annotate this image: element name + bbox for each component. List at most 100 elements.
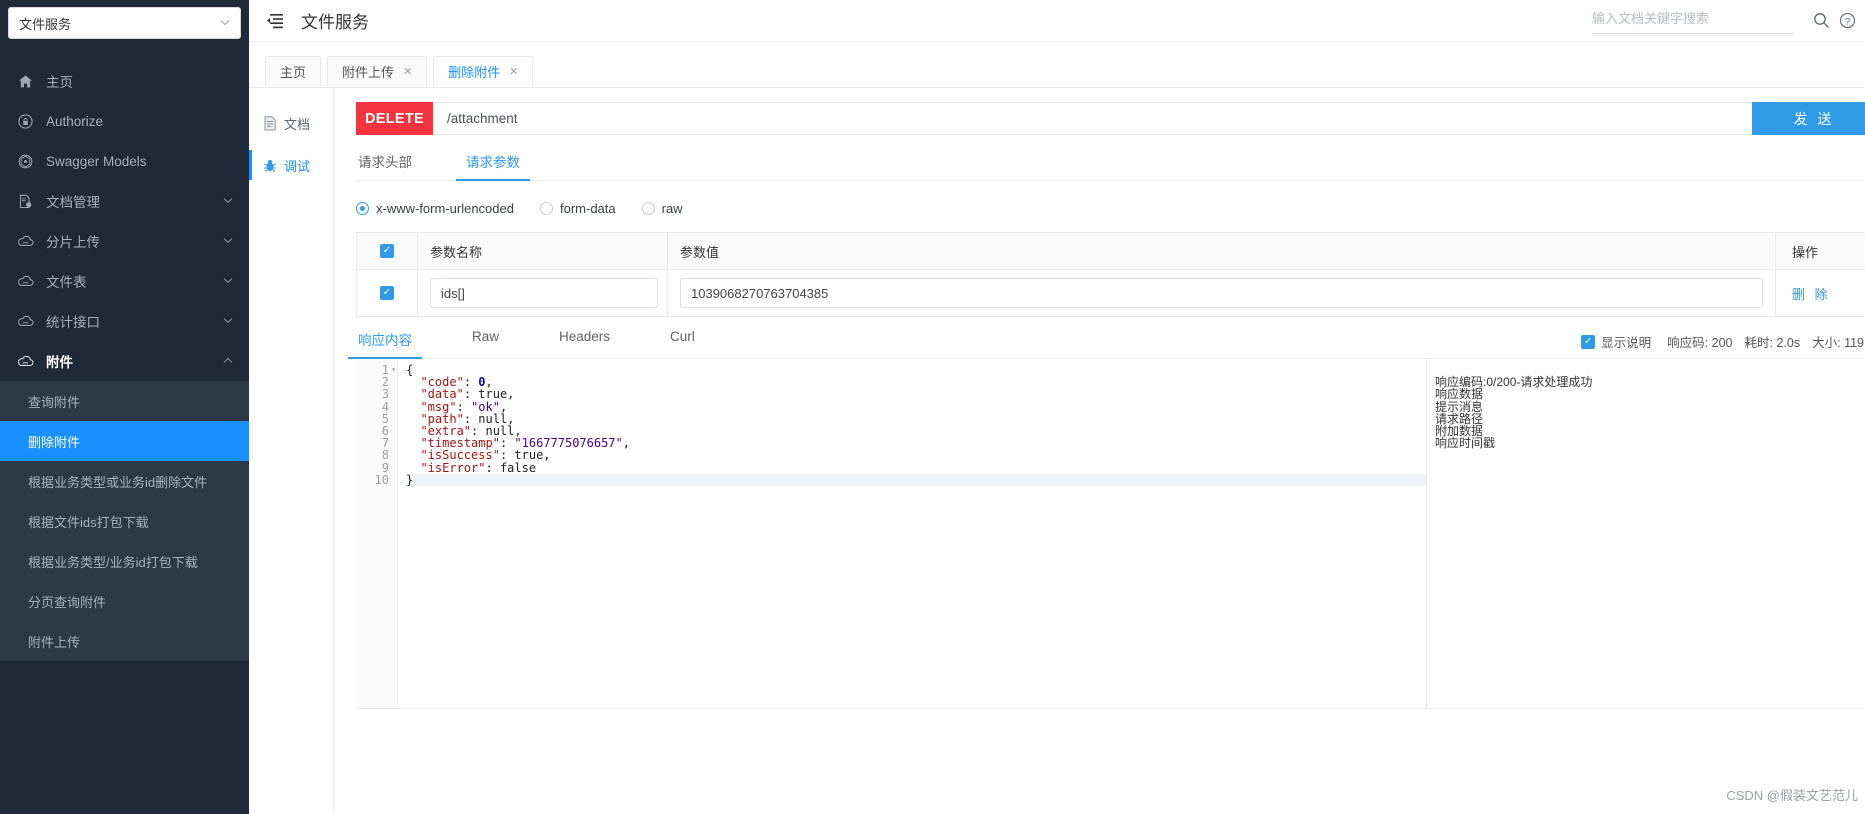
sidebar-subitem-3[interactable]: 根据业务类型或业务id删除文件 [0, 461, 249, 501]
sidebar-item-8[interactable]: 附件 [0, 341, 249, 381]
side-tab-2[interactable]: 调试 [249, 144, 333, 186]
sidebar-item-label: Swagger Models [46, 153, 147, 169]
delete-row-link[interactable]: 删 除 [1792, 284, 1831, 303]
body-type-radio-3[interactable]: raw [641, 201, 683, 216]
radio-label: form-data [559, 201, 616, 216]
cloud-icon [14, 274, 36, 288]
col-param-name: 参数名称 [418, 233, 668, 269]
response-tab-list: 响应内容 Raw Headers Curl [348, 329, 753, 359]
sidebar-subitem-7[interactable]: 附件上传 [0, 621, 249, 661]
header-actions: ? [1592, 8, 1865, 34]
response-tab-1[interactable]: 响应内容 [348, 329, 422, 359]
sidebar-subitem-5[interactable]: 根据业务类型/业务id打包下载 [0, 541, 249, 581]
col-operation: 操作 [1792, 244, 1819, 260]
tab-1[interactable]: 主页 [265, 56, 322, 87]
response-tab-3[interactable]: Headers [557, 329, 612, 358]
sidebar-item-1[interactable]: 主页 [0, 61, 249, 101]
sidebar-item-3[interactable]: Swagger Models [0, 141, 249, 181]
response-tabs: 响应内容 Raw Headers Curl ✓ 显示说明 响应码: 200 耗时: 2… [348, 329, 1865, 359]
annotation-line [1435, 474, 1865, 486]
content-area: 文件服务 ? 主页 附件上传 ✕ 删除附件 ✕ 文档调试 DELETE /attachm… [249, 0, 1865, 814]
line-number: 8 [381, 448, 389, 463]
chevron-down-icon [220, 18, 230, 29]
sidebar-item-label: 统计接口 [46, 315, 100, 330]
status-code-stat: 响应码: 200 [1667, 336, 1733, 350]
sidebar-item-4[interactable]: 文档管理 [0, 181, 249, 221]
line-number: 9 [381, 460, 389, 475]
http-method-badge: DELETE [356, 102, 433, 135]
select-all-checkbox[interactable]: ✓ [380, 244, 394, 258]
search-icon[interactable] [1808, 8, 1834, 34]
send-button[interactable]: 发 送 [1752, 102, 1865, 135]
sidebar-item-7[interactable]: 统计接口 [0, 301, 249, 341]
tab-2[interactable]: 附件上传 ✕ [327, 56, 428, 87]
tab-bar: 主页 附件上传 ✕ 删除附件 ✕ [249, 42, 1865, 88]
close-icon[interactable]: ✕ [509, 65, 518, 78]
sidebar-subitem-2[interactable]: 删除附件 [0, 421, 249, 461]
radio-label: raw [661, 201, 683, 216]
param-value-cell: 1039068270763704385 [668, 270, 1776, 316]
line-number: 3 [381, 387, 389, 402]
close-icon[interactable]: ✕ [403, 65, 412, 78]
sidebar-subitem-4[interactable]: 根据文件ids打包下载 [0, 501, 249, 541]
url-input[interactable]: /attachment [433, 102, 1752, 135]
sidebar-nav: 主页 Authorize Swagger Models 文档管理 分片上传文件表统计接口… [0, 61, 249, 661]
main-panel: DELETE /attachment 发 送 请求头部 请求参数 x-www-fo… [334, 88, 1865, 814]
chevron-down-icon [223, 236, 233, 247]
chevron-up-icon [223, 356, 233, 367]
lock-icon [14, 113, 36, 129]
radio-label: x-www-form-urlencoded [376, 201, 514, 216]
row-select-cell: ✓ [357, 270, 418, 316]
line-number: 1 [356, 364, 396, 377]
table-header-row: ✓ 参数名称 参数值 操作 [357, 233, 1865, 270]
code-line: } [406, 474, 1426, 486]
menu-fold-icon[interactable] [265, 11, 285, 31]
param-op-cell: 删 除 [1776, 270, 1865, 316]
param-table: ✓ 参数名称 参数值 操作 ✓ ids[] 103906827076370438… [356, 232, 1865, 317]
sidebar-submenu: 查询附件 删除附件 根据业务类型或业务id删除文件 根据文件ids打包下载 根据业务类型… [0, 381, 249, 661]
body-type-radio-2[interactable]: form-data [539, 201, 616, 216]
request-tab-2[interactable]: 请求参数 [456, 151, 530, 181]
watermark: CSDN @假装文艺范儿 [1726, 788, 1858, 803]
annotation-line: 请求路径 [1435, 411, 1484, 426]
document-icon [263, 115, 277, 131]
sidebar-subitem-1[interactable]: 查询附件 [0, 381, 249, 421]
radio-dot-icon [539, 202, 553, 215]
select-all-cell: ✓ [357, 233, 418, 269]
sidebar-item-5[interactable]: 分片上传 [0, 221, 249, 261]
annotation-line [1435, 449, 1865, 461]
param-value-input[interactable]: 1039068270763704385 [680, 278, 1763, 308]
tab-label: 删除附件 [448, 65, 501, 80]
annotation-line: 附加数据 [1435, 423, 1484, 438]
search-input[interactable] [1592, 10, 1794, 26]
field-annotations: 响应编码:0/200-请求处理成功 响应数据 提示消息 请求路径 附加数据 响应时间戳 [1426, 359, 1865, 708]
line-number-gutter: 12345678910 [356, 359, 398, 708]
response-tab-2[interactable]: Raw [470, 329, 501, 358]
sidebar-subitem-6[interactable]: 分页查询附件 [0, 581, 249, 621]
question-circle-icon[interactable]: ? [1834, 8, 1860, 34]
side-tab-label: 调试 [284, 158, 311, 174]
code-line: "isSuccess": true, [420, 448, 551, 463]
project-select[interactable]: 文件服务 [8, 7, 241, 39]
param-name-input[interactable]: ids[] [430, 278, 658, 308]
body-type-radio-1[interactable]: x-www-form-urlencoded [356, 201, 514, 216]
sidebar-item-6[interactable]: 文件表 [0, 261, 249, 301]
row-checkbox[interactable]: ✓ [380, 286, 394, 300]
response-json-code[interactable]: { "code": 0, "data": true, "msg": "ok", … [398, 359, 1426, 708]
show-desc-checkbox[interactable]: ✓ [1581, 334, 1596, 349]
chevron-down-icon [223, 276, 233, 287]
sidebar-item-label: 附件 [46, 355, 73, 370]
sidebar-item-label: 主页 [46, 75, 73, 90]
search-box[interactable] [1592, 8, 1794, 34]
show-desc-label: 显示说明 [1601, 336, 1652, 350]
response-tab-4[interactable]: Curl [668, 329, 697, 358]
sidebar-item-label: 文件表 [46, 275, 87, 290]
sidebar-item-label: Authorize [46, 113, 104, 129]
side-tab-1[interactable]: 文档 [249, 102, 333, 144]
request-tab-1[interactable]: 请求头部 [356, 151, 414, 180]
annotation-line [1435, 462, 1865, 474]
cloud-icon [14, 354, 36, 368]
sidebar-item-2[interactable]: Authorize [0, 101, 249, 141]
tab-3[interactable]: 删除附件 ✕ [433, 56, 534, 87]
request-url-bar: DELETE /attachment 发 送 [356, 102, 1865, 135]
